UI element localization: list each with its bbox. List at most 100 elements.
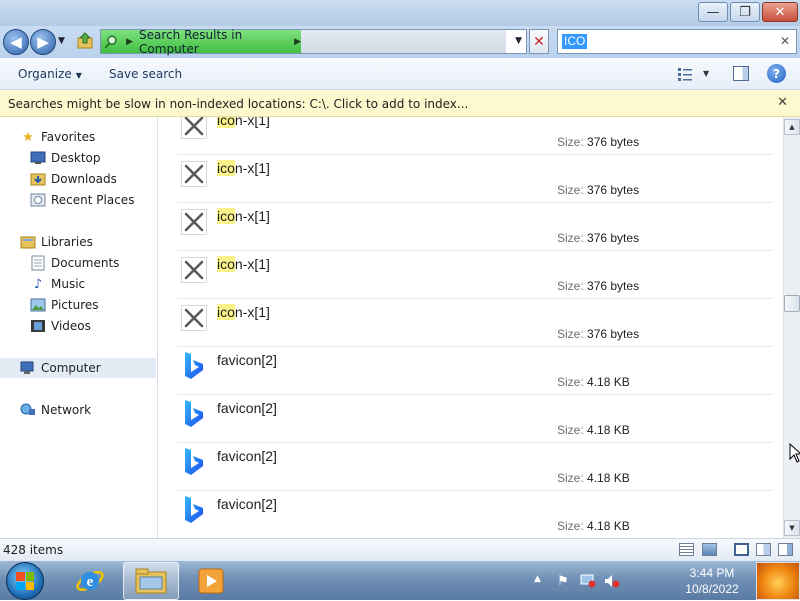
organize-button[interactable]: Organize ▼ xyxy=(18,67,82,81)
search-box[interactable]: ICO ✕ xyxy=(557,29,797,54)
result-row[interactable]: favicon[2] Size: 4.18 KB xyxy=(177,347,773,395)
window-controls: — ❐ ✕ xyxy=(696,2,798,22)
file-size-value: 4.18 KB xyxy=(587,471,630,485)
volume-muted-icon[interactable] xyxy=(604,573,620,589)
recent-places-icon xyxy=(30,192,46,208)
details-view-icon[interactable] xyxy=(679,543,694,556)
view-options-dropdown-icon[interactable]: ▼ xyxy=(703,69,709,78)
nav-network-label: Network xyxy=(41,403,92,417)
nav-libraries[interactable]: Libraries xyxy=(0,232,156,252)
result-row[interactable]: icon-x[1] Size: 376 bytes xyxy=(177,203,773,251)
file-size: Size: 4.18 KB xyxy=(557,471,630,485)
vertical-scrollbar[interactable]: ▲ ▼ xyxy=(783,117,800,538)
user-picture-thumbnail[interactable] xyxy=(756,562,800,600)
title-bar: — ❐ ✕ xyxy=(0,0,800,26)
file-name-rest: n-x[1] xyxy=(234,160,270,176)
result-row[interactable]: icon-x[1] Size: 376 bytes xyxy=(177,251,773,299)
nav-pictures[interactable]: Pictures xyxy=(0,295,156,315)
result-row[interactable]: favicon[2] Size: 4.18 KB xyxy=(177,491,773,538)
nav-favorites[interactable]: ★ Favorites xyxy=(0,127,156,147)
search-match-highlight: ico xyxy=(217,160,235,176)
file-name-rest: favicon[2] xyxy=(217,496,277,512)
nav-network[interactable]: Network xyxy=(0,400,156,420)
up-folder-icon[interactable] xyxy=(76,32,94,50)
file-size-label: Size: xyxy=(557,135,584,149)
result-row[interactable]: favicon[2] Size: 4.18 KB xyxy=(177,443,773,491)
nav-music[interactable]: ♪ Music xyxy=(0,274,156,294)
forward-arrow-icon: ▶ xyxy=(37,33,49,51)
address-dropdown-icon[interactable]: ▼ xyxy=(515,36,522,46)
search-folder-icon xyxy=(104,35,117,48)
bing-logo-icon xyxy=(181,448,207,475)
file-size-label: Size: xyxy=(557,375,584,389)
back-button[interactable]: ◀ xyxy=(3,29,29,55)
status-bar: 428 items xyxy=(0,538,800,560)
taskbar-media-player[interactable] xyxy=(183,562,239,600)
address-bar[interactable]: ▶ Search Results in Computer ▶ ▼ xyxy=(100,28,527,56)
nav-videos[interactable]: Videos xyxy=(0,316,156,336)
large-icons-view-icon[interactable] xyxy=(702,543,717,556)
search-input[interactable]: ICO xyxy=(562,34,588,49)
help-icon[interactable]: ? xyxy=(767,64,786,83)
minimize-button[interactable]: — xyxy=(698,2,728,22)
scroll-down-button[interactable]: ▼ xyxy=(784,520,800,536)
internet-explorer-icon: e xyxy=(76,571,104,591)
nav-desktop[interactable]: Desktop xyxy=(0,148,156,168)
show-preview-pane-icon[interactable] xyxy=(778,543,793,556)
file-size-value: 4.18 KB xyxy=(587,375,630,389)
videos-icon xyxy=(30,318,46,334)
index-info-bar[interactable]: Searches might be slow in non-indexed lo… xyxy=(0,90,800,117)
system-clock[interactable]: 3:44 PM 10/8/2022 xyxy=(674,565,750,597)
change-view-icon[interactable] xyxy=(678,67,692,81)
scroll-up-button[interactable]: ▲ xyxy=(784,119,800,135)
maximize-button[interactable]: ❐ xyxy=(730,2,760,22)
nav-documents[interactable]: Documents xyxy=(0,253,156,273)
organize-label: Organize xyxy=(18,67,72,81)
breadcrumb-arrow-icon[interactable]: ▶ xyxy=(294,37,301,47)
taskbar-internet-explorer[interactable]: e xyxy=(62,562,118,600)
nav-recent-places[interactable]: Recent Places xyxy=(0,190,156,210)
nav-documents-label: Documents xyxy=(51,256,120,270)
save-search-button[interactable]: Save search xyxy=(109,67,182,81)
nav-music-label: Music xyxy=(51,277,86,291)
file-size-value: 376 bytes xyxy=(587,327,640,341)
result-row[interactable]: icon-x[1] Size: 376 bytes xyxy=(177,117,773,155)
stop-search-button[interactable]: ✕ xyxy=(529,29,549,54)
result-row[interactable]: favicon[2] Size: 4.18 KB xyxy=(177,395,773,443)
show-details-pane-icon[interactable] xyxy=(756,543,771,556)
nav-computer[interactable]: Computer xyxy=(0,358,156,378)
info-bar-message[interactable]: Searches might be slow in non-indexed lo… xyxy=(8,97,468,111)
nav-downloads-label: Downloads xyxy=(51,172,117,186)
bing-logo-icon xyxy=(181,352,207,379)
show-navigation-icon[interactable] xyxy=(734,543,749,556)
breadcrumb-arrow-icon[interactable]: ▶ xyxy=(126,37,133,47)
taskbar: e ▲ ⚑ 3:44 PM 10/8/2022 xyxy=(0,560,800,600)
nav-videos-label: Videos xyxy=(51,319,91,333)
action-center-flag-icon[interactable]: ⚑ xyxy=(555,573,571,589)
breadcrumb-search-results[interactable]: Search Results in Computer xyxy=(139,28,286,56)
documents-icon xyxy=(30,255,46,271)
desktop-icon xyxy=(30,150,46,166)
show-hidden-icons-icon[interactable]: ▲ xyxy=(534,574,541,584)
network-status-icon[interactable] xyxy=(580,573,596,589)
forward-button[interactable]: ▶ xyxy=(30,29,56,55)
result-row[interactable]: icon-x[1] Size: 376 bytes xyxy=(177,299,773,347)
back-arrow-icon: ◀ xyxy=(10,33,22,51)
windows-logo-icon xyxy=(16,572,34,590)
computer-icon xyxy=(20,360,36,376)
file-size-label: Size: xyxy=(557,327,584,341)
clear-search-icon[interactable]: ✕ xyxy=(780,34,790,48)
info-bar-close-icon[interactable]: ✕ xyxy=(777,95,788,110)
file-name-rest: favicon[2] xyxy=(217,448,277,464)
address-empty-area[interactable] xyxy=(301,30,506,53)
scroll-thumb[interactable] xyxy=(784,295,800,312)
file-name-rest: n-x[1] xyxy=(234,208,270,224)
close-button[interactable]: ✕ xyxy=(762,2,798,22)
taskbar-windows-explorer[interactable] xyxy=(123,562,179,600)
nav-downloads[interactable]: Downloads xyxy=(0,169,156,189)
preview-pane-icon[interactable] xyxy=(733,66,749,81)
recent-pages-dropdown-icon[interactable]: ▼ xyxy=(58,36,65,46)
result-row[interactable]: icon-x[1] Size: 376 bytes xyxy=(177,155,773,203)
command-bar: Organize ▼ Save search ▼ ? xyxy=(0,58,800,90)
start-button[interactable] xyxy=(6,562,44,600)
